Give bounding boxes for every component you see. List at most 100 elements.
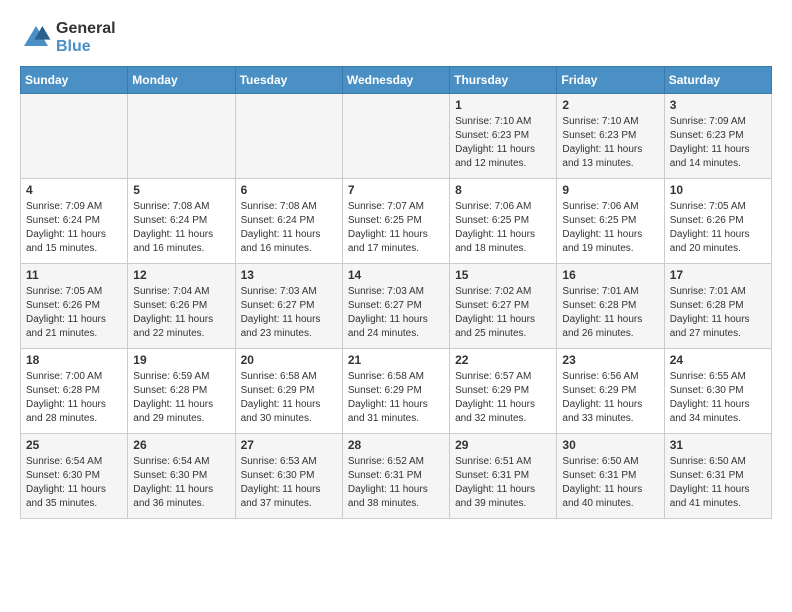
- calendar-cell: 15 Sunrise: 7:02 AM Sunset: 6:27 PM Dayli…: [450, 264, 557, 349]
- header-friday: Friday: [557, 67, 664, 94]
- calendar-cell: 6 Sunrise: 7:08 AM Sunset: 6:24 PM Daylig…: [235, 179, 342, 264]
- day-number: 23: [562, 353, 658, 367]
- day-number: 26: [133, 438, 229, 452]
- day-number: 16: [562, 268, 658, 282]
- day-info: Sunrise: 7:10 AM Sunset: 6:23 PM Dayligh…: [455, 115, 551, 171]
- day-info: Sunrise: 7:01 AM Sunset: 6:28 PM Dayligh…: [562, 285, 658, 341]
- calendar-cell: 10 Sunrise: 7:05 AM Sunset: 6:26 PM Dayli…: [664, 179, 771, 264]
- header-saturday: Saturday: [664, 67, 771, 94]
- day-info: Sunrise: 7:04 AM Sunset: 6:26 PM Dayligh…: [133, 285, 229, 341]
- day-info: Sunrise: 6:54 AM Sunset: 6:30 PM Dayligh…: [133, 455, 229, 511]
- day-info: Sunrise: 7:08 AM Sunset: 6:24 PM Dayligh…: [241, 200, 337, 256]
- day-number: 31: [670, 438, 766, 452]
- day-info: Sunrise: 7:00 AM Sunset: 6:28 PM Dayligh…: [26, 370, 122, 426]
- calendar-cell: 21 Sunrise: 6:58 AM Sunset: 6:29 PM Dayli…: [342, 349, 449, 434]
- calendar-cell: 5Sunrise: 7:08 AM Sunset: 6:24 PM Daylig…: [128, 179, 235, 264]
- calendar-cell: 25 Sunrise: 6:54 AM Sunset: 6:30 PM Dayli…: [21, 434, 128, 519]
- page-header: General Blue: [20, 20, 772, 56]
- day-number: 1: [455, 98, 551, 112]
- calendar-cell: 31 Sunrise: 6:50 AM Sunset: 6:31 PM Dayli…: [664, 434, 771, 519]
- day-number: 18: [26, 353, 122, 367]
- header-sunday: Sunday: [21, 67, 128, 94]
- day-info: Sunrise: 7:06 AM Sunset: 6:25 PM Dayligh…: [562, 200, 658, 256]
- day-info: Sunrise: 7:05 AM Sunset: 6:26 PM Dayligh…: [26, 285, 122, 341]
- day-number: 20: [241, 353, 337, 367]
- day-info: Sunrise: 7:10 AM Sunset: 6:23 PM Dayligh…: [562, 115, 658, 171]
- header-tuesday: Tuesday: [235, 67, 342, 94]
- day-number: 25: [26, 438, 122, 452]
- day-number: 22: [455, 353, 551, 367]
- day-number: 4: [26, 183, 122, 197]
- calendar-cell: [128, 94, 235, 179]
- calendar-table: SundayMondayTuesdayWednesdayThursdayFrid…: [20, 66, 772, 519]
- day-number: 12: [133, 268, 229, 282]
- logo: General Blue: [20, 20, 116, 56]
- calendar-cell: 29 Sunrise: 6:51 AM Sunset: 6:31 PM Dayli…: [450, 434, 557, 519]
- day-info: Sunrise: 7:01 AM Sunset: 6:28 PM Dayligh…: [670, 285, 766, 341]
- calendar-week-row: 4Sunrise: 7:09 AM Sunset: 6:24 PM Daylig…: [21, 179, 772, 264]
- day-info: Sunrise: 6:59 AM Sunset: 6:28 PM Dayligh…: [133, 370, 229, 426]
- calendar-cell: 16 Sunrise: 7:01 AM Sunset: 6:28 PM Dayli…: [557, 264, 664, 349]
- calendar-cell: 26 Sunrise: 6:54 AM Sunset: 6:30 PM Dayli…: [128, 434, 235, 519]
- calendar-header-row: SundayMondayTuesdayWednesdayThursdayFrid…: [21, 67, 772, 94]
- calendar-cell: 4Sunrise: 7:09 AM Sunset: 6:24 PM Daylig…: [21, 179, 128, 264]
- day-info: Sunrise: 6:56 AM Sunset: 6:29 PM Dayligh…: [562, 370, 658, 426]
- calendar-cell: 30Sunrise: 6:50 AM Sunset: 6:31 PM Dayli…: [557, 434, 664, 519]
- day-number: 15: [455, 268, 551, 282]
- calendar-cell: 20 Sunrise: 6:58 AM Sunset: 6:29 PM Dayli…: [235, 349, 342, 434]
- day-info: Sunrise: 7:06 AM Sunset: 6:25 PM Dayligh…: [455, 200, 551, 256]
- calendar-cell: 13 Sunrise: 7:03 AM Sunset: 6:27 PM Dayli…: [235, 264, 342, 349]
- logo-icon: [20, 22, 52, 54]
- day-number: 17: [670, 268, 766, 282]
- day-number: 21: [348, 353, 444, 367]
- day-number: 2: [562, 98, 658, 112]
- day-info: Sunrise: 7:07 AM Sunset: 6:25 PM Dayligh…: [348, 200, 444, 256]
- day-number: 29: [455, 438, 551, 452]
- calendar-week-row: 11Sunrise: 7:05 AM Sunset: 6:26 PM Dayli…: [21, 264, 772, 349]
- calendar-cell: 2 Sunrise: 7:10 AM Sunset: 6:23 PM Daylig…: [557, 94, 664, 179]
- day-number: 14: [348, 268, 444, 282]
- day-info: Sunrise: 7:09 AM Sunset: 6:23 PM Dayligh…: [670, 115, 766, 171]
- calendar-cell: 17 Sunrise: 7:01 AM Sunset: 6:28 PM Dayli…: [664, 264, 771, 349]
- calendar-cell: 8 Sunrise: 7:06 AM Sunset: 6:25 PM Daylig…: [450, 179, 557, 264]
- calendar-cell: 9 Sunrise: 7:06 AM Sunset: 6:25 PM Daylig…: [557, 179, 664, 264]
- day-info: Sunrise: 6:50 AM Sunset: 6:31 PM Dayligh…: [670, 455, 766, 511]
- day-number: 9: [562, 183, 658, 197]
- header-monday: Monday: [128, 67, 235, 94]
- calendar-cell: 7 Sunrise: 7:07 AM Sunset: 6:25 PM Daylig…: [342, 179, 449, 264]
- day-number: 24: [670, 353, 766, 367]
- day-info: Sunrise: 7:03 AM Sunset: 6:27 PM Dayligh…: [241, 285, 337, 341]
- day-number: 8: [455, 183, 551, 197]
- calendar-week-row: 25 Sunrise: 6:54 AM Sunset: 6:30 PM Dayli…: [21, 434, 772, 519]
- day-number: 7: [348, 183, 444, 197]
- day-info: Sunrise: 6:54 AM Sunset: 6:30 PM Dayligh…: [26, 455, 122, 511]
- calendar-cell: 23 Sunrise: 6:56 AM Sunset: 6:29 PM Dayli…: [557, 349, 664, 434]
- calendar-week-row: 1 Sunrise: 7:10 AM Sunset: 6:23 PM Daylig…: [21, 94, 772, 179]
- day-number: 28: [348, 438, 444, 452]
- day-info: Sunrise: 6:57 AM Sunset: 6:29 PM Dayligh…: [455, 370, 551, 426]
- day-number: 5: [133, 183, 229, 197]
- calendar-cell: 1 Sunrise: 7:10 AM Sunset: 6:23 PM Daylig…: [450, 94, 557, 179]
- calendar-cell: 22 Sunrise: 6:57 AM Sunset: 6:29 PM Dayli…: [450, 349, 557, 434]
- day-info: Sunrise: 6:55 AM Sunset: 6:30 PM Dayligh…: [670, 370, 766, 426]
- day-number: 13: [241, 268, 337, 282]
- calendar-cell: 11Sunrise: 7:05 AM Sunset: 6:26 PM Dayli…: [21, 264, 128, 349]
- day-info: Sunrise: 6:58 AM Sunset: 6:29 PM Dayligh…: [241, 370, 337, 426]
- calendar-cell: 28Sunrise: 6:52 AM Sunset: 6:31 PM Dayli…: [342, 434, 449, 519]
- calendar-cell: [21, 94, 128, 179]
- day-info: Sunrise: 7:02 AM Sunset: 6:27 PM Dayligh…: [455, 285, 551, 341]
- calendar-cell: 3Sunrise: 7:09 AM Sunset: 6:23 PM Daylig…: [664, 94, 771, 179]
- calendar-cell: [235, 94, 342, 179]
- day-info: Sunrise: 6:58 AM Sunset: 6:29 PM Dayligh…: [348, 370, 444, 426]
- calendar-cell: 18 Sunrise: 7:00 AM Sunset: 6:28 PM Dayli…: [21, 349, 128, 434]
- day-info: Sunrise: 6:51 AM Sunset: 6:31 PM Dayligh…: [455, 455, 551, 511]
- calendar-cell: 12 Sunrise: 7:04 AM Sunset: 6:26 PM Dayli…: [128, 264, 235, 349]
- day-number: 6: [241, 183, 337, 197]
- calendar-cell: 27Sunrise: 6:53 AM Sunset: 6:30 PM Dayli…: [235, 434, 342, 519]
- calendar-cell: 19 Sunrise: 6:59 AM Sunset: 6:28 PM Dayli…: [128, 349, 235, 434]
- day-info: Sunrise: 7:05 AM Sunset: 6:26 PM Dayligh…: [670, 200, 766, 256]
- day-number: 19: [133, 353, 229, 367]
- calendar-cell: 24 Sunrise: 6:55 AM Sunset: 6:30 PM Dayli…: [664, 349, 771, 434]
- logo-text: General Blue: [56, 20, 116, 56]
- day-number: 10: [670, 183, 766, 197]
